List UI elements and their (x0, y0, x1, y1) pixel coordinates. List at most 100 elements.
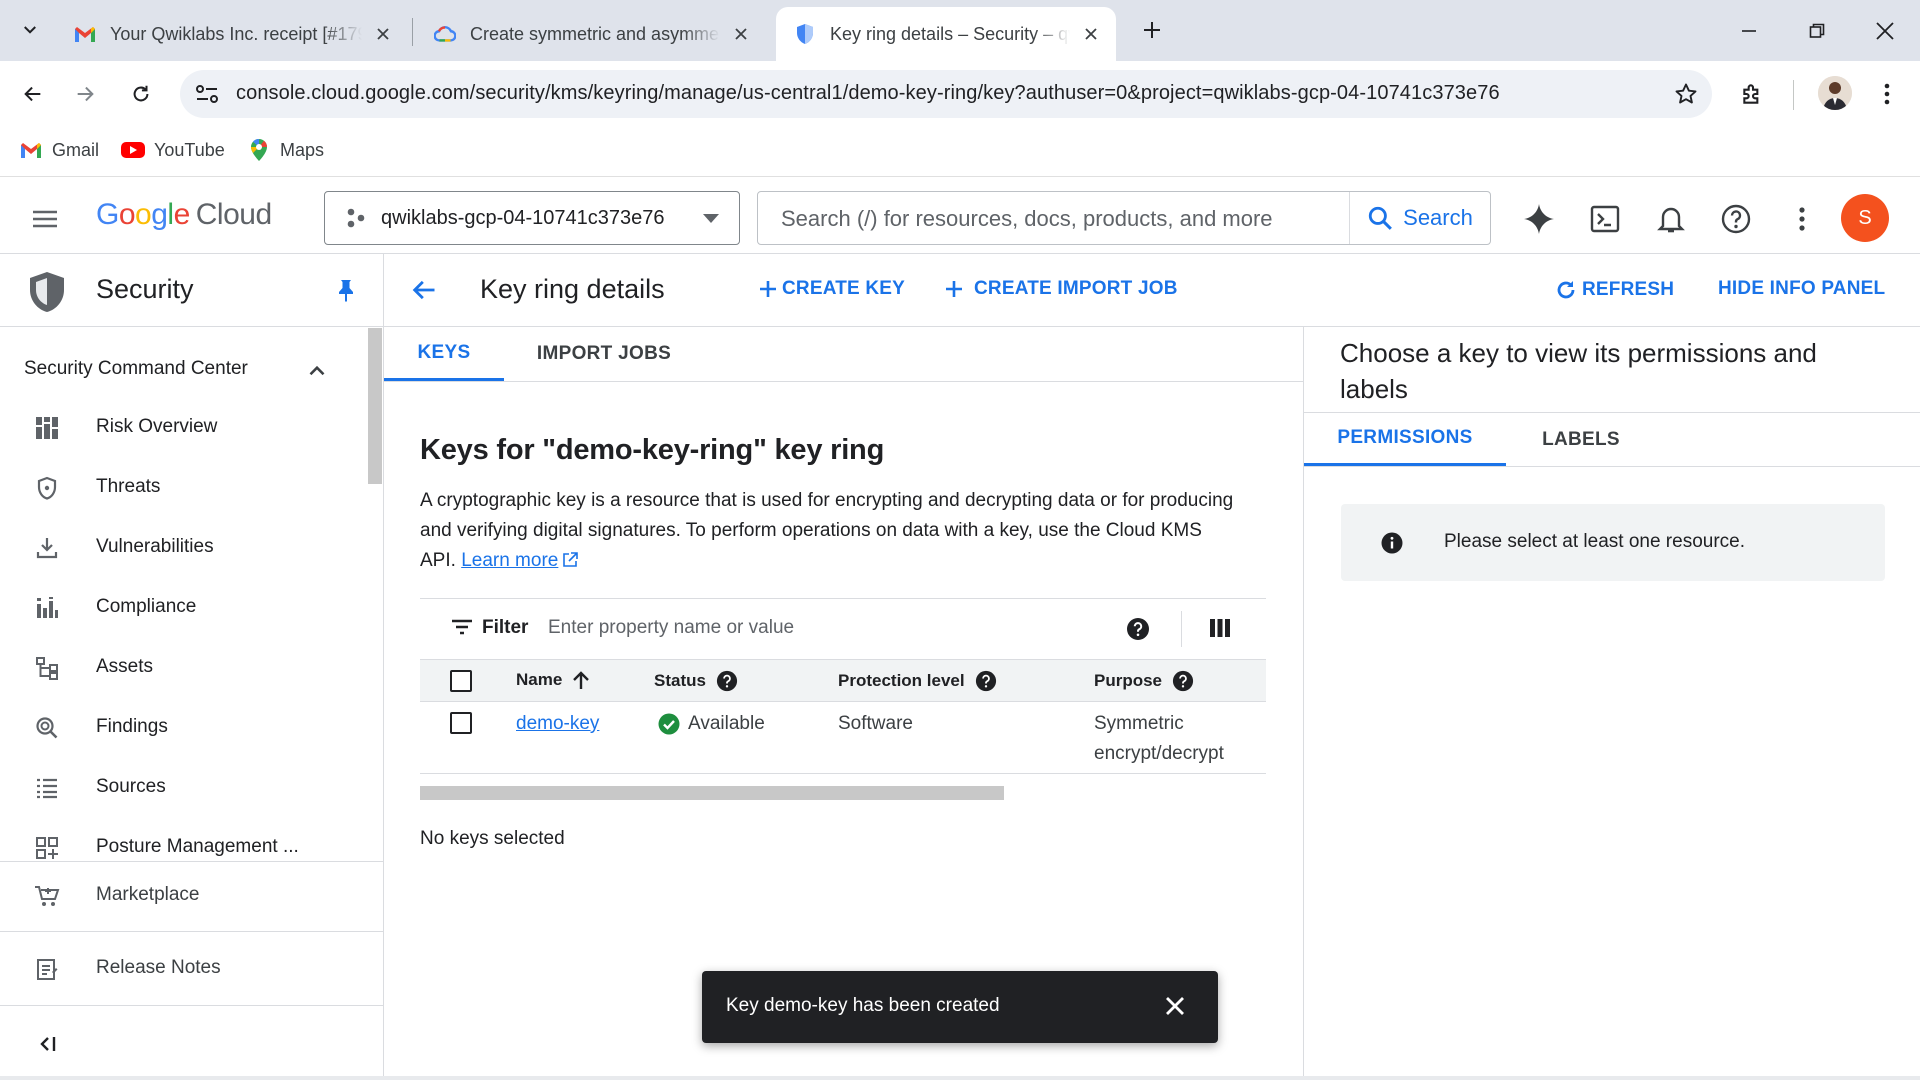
tab-keys[interactable]: KEYS (384, 327, 504, 381)
toolbar-divider (1793, 80, 1794, 110)
console-search[interactable]: Search (/) for resources, docs, products… (757, 191, 1491, 245)
back-button[interactable] (12, 73, 54, 115)
collapse-sidebar-icon[interactable] (36, 1034, 58, 1054)
column-protection-level[interactable]: Protection level (838, 670, 997, 692)
close-tab-icon[interactable] (730, 23, 752, 45)
address-bar[interactable]: console.cloud.google.com/security/kms/ke… (180, 70, 1712, 118)
gmail-icon (18, 139, 44, 161)
sidebar-section-title[interactable]: Security Command Center (24, 358, 248, 380)
table-row[interactable]: demo-key Available Software Symmetric en… (420, 702, 1266, 774)
browser-tab-key-ring-details[interactable]: Key ring details – Security – qwiklabs (776, 7, 1116, 61)
search-icon (1368, 206, 1393, 230)
help-icon[interactable] (1126, 617, 1150, 641)
bookmark-star-icon[interactable] (1674, 82, 1698, 106)
reload-button[interactable] (120, 73, 162, 115)
project-selector[interactable]: qwiklabs-gcp-04-10741c373e76 (324, 191, 740, 245)
browser-menu-button[interactable] (1870, 77, 1904, 111)
sidebar-item-assets[interactable]: Assets (0, 645, 366, 689)
close-icon (1876, 21, 1894, 40)
help-icon[interactable] (1172, 670, 1194, 692)
bookmark-gmail[interactable]: Gmail (18, 139, 99, 161)
shield-icon (34, 475, 60, 501)
create-key-label: CREATE KEY (782, 278, 906, 299)
tab-permissions[interactable]: PERMISSIONS (1304, 413, 1506, 466)
bell-icon (1657, 207, 1685, 233)
sidebar-item-vulnerabilities[interactable]: Vulnerabilities (0, 525, 366, 569)
browser-tab-strip: Your Qwiklabs Inc. receipt [#179 Create … (0, 0, 1920, 61)
close-tab-icon[interactable] (1080, 23, 1102, 45)
learn-more-link[interactable]: Learn more (461, 550, 558, 571)
column-display-icon[interactable] (1210, 618, 1230, 638)
help-circle-icon (1721, 204, 1751, 234)
search-input[interactable]: Search (/) for resources, docs, products… (781, 206, 1273, 232)
table-horizontal-scrollbar[interactable] (420, 786, 1004, 800)
forward-button[interactable] (64, 73, 106, 115)
refresh-icon (1557, 281, 1575, 299)
close-tab-icon[interactable] (372, 23, 394, 45)
column-name[interactable]: Name (516, 670, 590, 690)
pin-icon[interactable] (336, 278, 356, 302)
minimize-button[interactable] (1714, 0, 1784, 61)
new-tab-button[interactable] (1134, 12, 1170, 48)
cloud-shell-button[interactable] (1586, 200, 1624, 238)
filter-input[interactable]: Enter property name or value (548, 617, 794, 639)
notice-text: Please select at least one resource. (1444, 531, 1746, 552)
column-status[interactable]: Status (654, 670, 738, 692)
google-cloud-logo[interactable]: Google Cloud (96, 198, 272, 232)
tab-search-dropdown[interactable] (12, 12, 48, 48)
product-sidebar: Security Security Command Center Risk Ov… (0, 254, 384, 1080)
sidebar-item-risk-overview[interactable]: Risk Overview (0, 405, 366, 449)
tab-labels[interactable]: LABELS (1506, 413, 1656, 466)
sidebar-divider (0, 861, 383, 862)
tab-import-jobs[interactable]: IMPORT JOBS (504, 327, 704, 381)
hide-info-panel-button[interactable]: HIDE INFO PANEL (1718, 278, 1885, 300)
sidebar-item-release-notes[interactable]: Release Notes (0, 946, 366, 990)
bookmark-youtube[interactable]: YouTube (120, 139, 225, 161)
security-shield-icon (30, 272, 64, 312)
sidebar-item-marketplace[interactable]: Marketplace (0, 873, 366, 917)
account-avatar[interactable]: S (1841, 194, 1889, 242)
create-key-button[interactable]: CREATE KEY (758, 278, 905, 300)
browser-tab-gmail[interactable]: Your Qwiklabs Inc. receipt [#179 (56, 7, 408, 61)
chevron-up-icon[interactable] (304, 358, 330, 384)
bookmark-maps[interactable]: Maps (246, 139, 324, 161)
sidebar-item-posture-management[interactable]: Posture Management ... (0, 825, 366, 869)
help-icon[interactable] (716, 670, 738, 692)
create-import-job-button[interactable]: CREATE IMPORT JOB (944, 278, 1178, 300)
info-panel-title: Choose a key to view its permissions and… (1340, 338, 1817, 404)
hamburger-menu-icon[interactable] (30, 204, 60, 234)
purpose-line-1: Symmetric (1094, 713, 1184, 734)
sidebar-item-label: Marketplace (96, 884, 200, 905)
sidebar-scrollbar[interactable] (368, 328, 382, 484)
more-options-button[interactable] (1783, 200, 1821, 238)
chevron-down-icon (24, 26, 36, 34)
sidebar-item-findings[interactable]: Findings (0, 705, 366, 749)
column-purpose[interactable]: Purpose (1094, 670, 1194, 692)
close-window-button[interactable] (1850, 0, 1920, 61)
arrow-back-icon[interactable] (410, 276, 438, 304)
sidebar-item-threats[interactable]: Threats (0, 465, 366, 509)
column-status-label: Status (654, 671, 706, 690)
help-icon[interactable] (975, 670, 997, 692)
youtube-icon (120, 139, 146, 161)
google-cloud-icon (434, 23, 456, 45)
row-checkbox[interactable] (450, 712, 472, 734)
sidebar-item-sources[interactable]: Sources (0, 765, 366, 809)
extensions-button[interactable] (1736, 77, 1770, 111)
search-button[interactable]: Search (1349, 192, 1490, 244)
key-name-link[interactable]: demo-key (516, 713, 599, 735)
sidebar-item-compliance[interactable]: Compliance (0, 585, 366, 629)
restore-button[interactable] (1782, 0, 1852, 61)
person-photo-icon (1818, 76, 1852, 110)
close-icon[interactable] (1162, 993, 1188, 1019)
profile-avatar[interactable] (1818, 76, 1852, 110)
select-all-checkbox[interactable] (450, 670, 472, 692)
refresh-button[interactable]: REFRESH (1554, 278, 1674, 302)
browser-tab-create-keys[interactable]: Create symmetric and asymmetric (416, 7, 766, 61)
help-button[interactable] (1717, 200, 1755, 238)
site-settings-icon[interactable] (194, 82, 220, 106)
gemini-button[interactable] (1520, 200, 1558, 238)
notifications-button[interactable] (1652, 200, 1690, 238)
sidebar-item-label: Threats (96, 476, 161, 497)
hide-info-panel-label: HIDE INFO PANEL (1718, 278, 1886, 299)
